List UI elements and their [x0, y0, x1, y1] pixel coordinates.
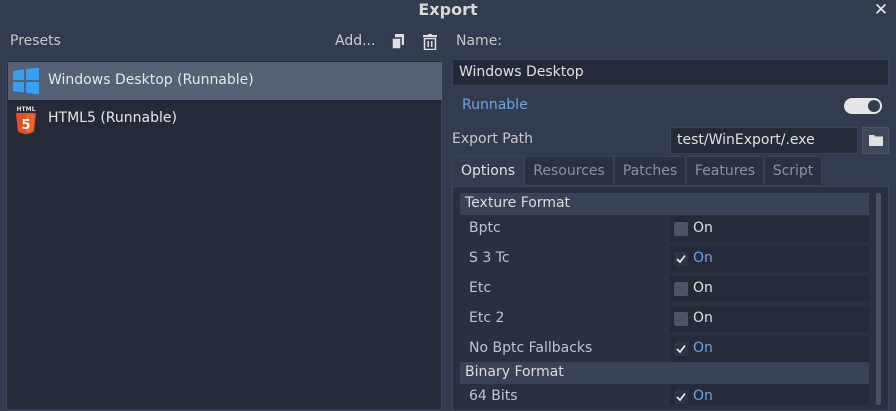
svg-text:HTML: HTML	[17, 106, 36, 113]
prop-label-s3tc: S 3 Tc	[469, 250, 510, 266]
svg-text:5: 5	[21, 118, 30, 133]
section-texture-format[interactable]: Texture Format	[460, 193, 869, 215]
checkbox-text: On	[693, 220, 713, 236]
export-path-input[interactable]: test/WinExport/.exe	[670, 127, 858, 154]
tab-patches[interactable]: Patches	[614, 156, 686, 186]
checkbox-checked-icon[interactable]	[674, 252, 688, 266]
name-input[interactable]: Windows Desktop	[452, 59, 889, 86]
section-title: Binary Format	[465, 364, 564, 380]
preset-item-label: Windows Desktop (Runnable)	[48, 72, 254, 88]
duplicate-icon[interactable]	[391, 34, 405, 50]
checkbox-unchecked-icon[interactable]	[674, 282, 688, 296]
windows-icon	[12, 67, 40, 95]
window-title: Export	[418, 0, 478, 19]
prop-bptc-checkbox[interactable]: On	[670, 216, 869, 242]
checkbox-unchecked-icon[interactable]	[674, 312, 688, 326]
scrollbar[interactable]	[876, 193, 881, 405]
html5-icon: HTML 5	[12, 105, 40, 135]
checkbox-text: On	[693, 310, 713, 326]
export-path-label: Export Path	[452, 131, 534, 147]
prop-label-bptc: Bptc	[469, 220, 501, 236]
prop-etc-checkbox[interactable]: On	[670, 276, 869, 302]
tab-features[interactable]: Features	[686, 156, 764, 186]
preset-item-windows[interactable]: Windows Desktop (Runnable)	[8, 62, 442, 100]
checkbox-checked-icon[interactable]	[674, 390, 688, 404]
prop-label-no-bptc-fallbacks: No Bptc Fallbacks	[469, 340, 593, 356]
runnable-label: Runnable	[462, 97, 528, 113]
prop-label-etc2: Etc 2	[469, 310, 505, 326]
checkbox-text: On	[693, 340, 713, 356]
checkbox-checked-icon[interactable]	[674, 342, 688, 356]
section-binary-format[interactable]: Binary Format	[460, 362, 869, 384]
tab-resources[interactable]: Resources	[524, 156, 614, 186]
folder-icon	[869, 134, 883, 150]
preset-item-html5[interactable]: HTML 5 HTML5 (Runnable)	[8, 100, 442, 138]
preset-item-label: HTML5 (Runnable)	[48, 110, 177, 126]
tab-options[interactable]: Options	[452, 156, 524, 186]
prop-64-bits-checkbox[interactable]: On	[670, 384, 869, 405]
prop-no-bptc-fallbacks-checkbox[interactable]: On	[670, 336, 869, 362]
presets-label: Presets	[10, 33, 61, 49]
preset-list[interactable]: Windows Desktop (Runnable) HTML 5 HTML5 …	[6, 60, 442, 410]
prop-label-64-bits: 64 Bits	[469, 388, 518, 404]
name-label: Name:	[456, 33, 503, 49]
prop-label-etc: Etc	[469, 280, 492, 296]
prop-s3tc-checkbox[interactable]: On	[670, 246, 869, 272]
checkbox-unchecked-icon[interactable]	[674, 222, 688, 236]
runnable-toggle[interactable]	[844, 98, 882, 114]
trash-icon[interactable]	[422, 34, 438, 51]
section-title: Texture Format	[465, 195, 571, 211]
checkbox-text: On	[693, 388, 713, 404]
checkbox-text: On	[693, 250, 713, 266]
checkbox-text: On	[693, 280, 713, 296]
close-icon[interactable]: ✕	[872, 0, 890, 20]
tab-script[interactable]: Script	[764, 156, 822, 186]
add-preset-button[interactable]: Add...	[335, 33, 375, 49]
prop-etc2-checkbox[interactable]: On	[670, 306, 869, 332]
browse-folder-button[interactable]	[862, 127, 889, 154]
